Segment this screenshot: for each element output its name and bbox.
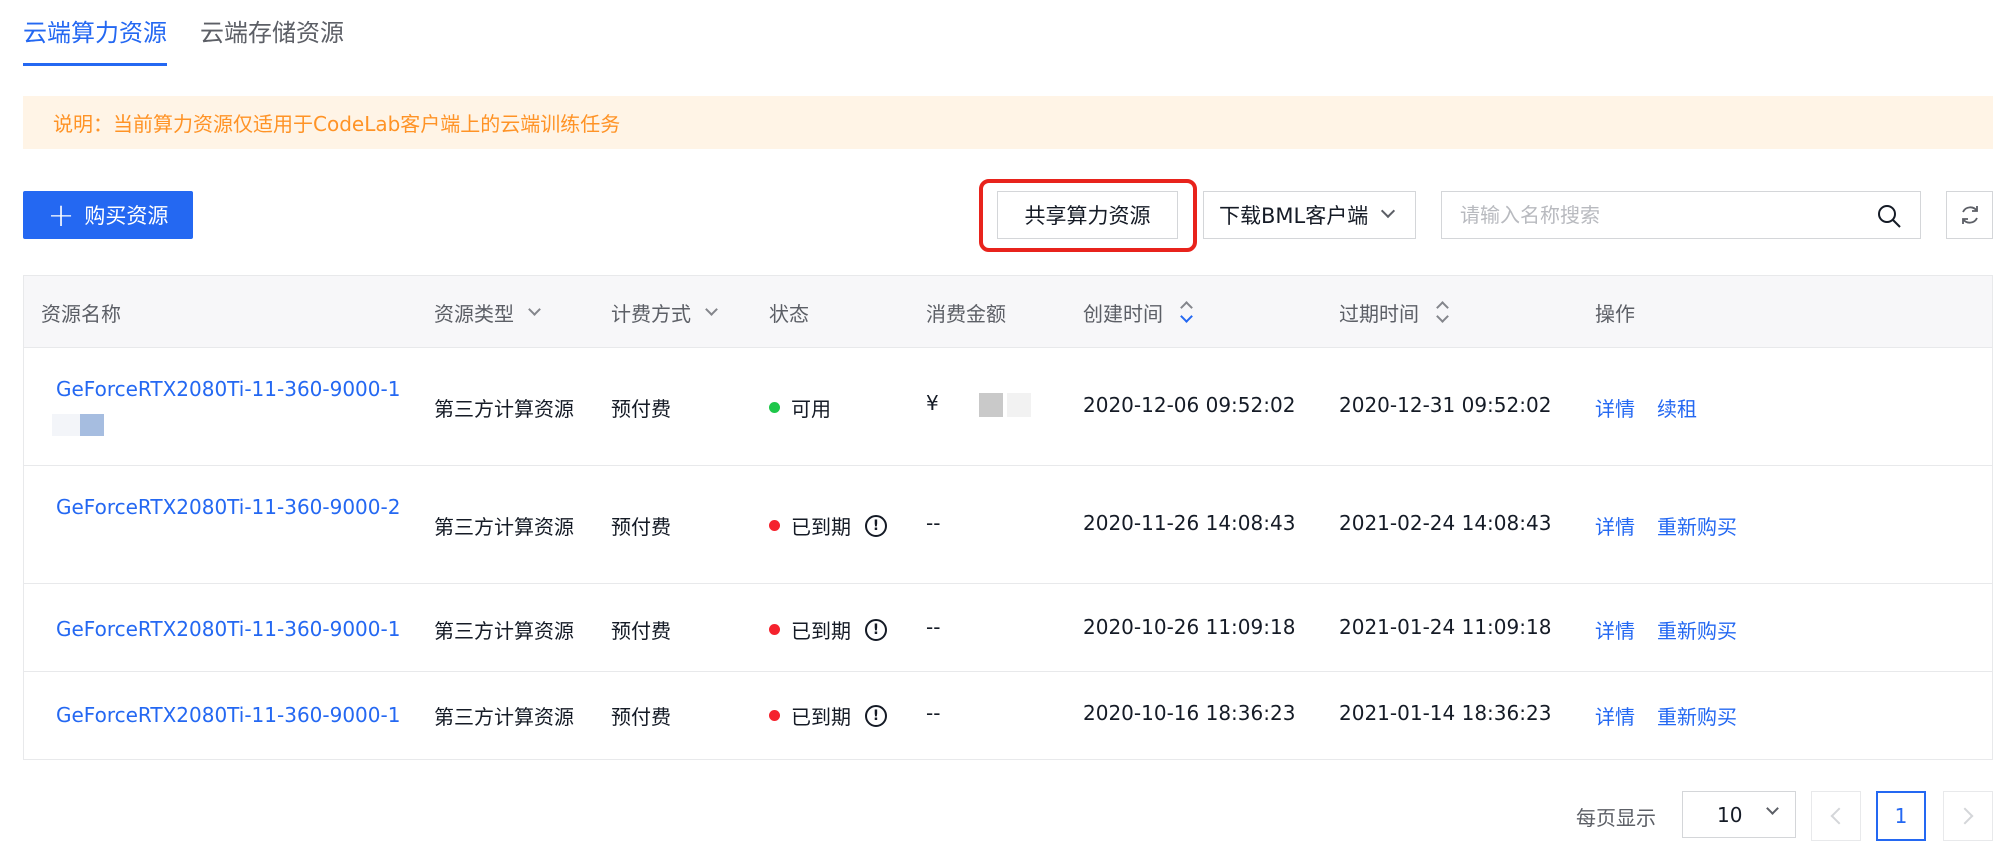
details-link[interactable]: 详情 <box>1595 619 1635 643</box>
billing-type: 预付费 <box>611 397 671 421</box>
table-row: GeForceRTX2080Ti-11-360-9000-2 第三方计算资源 预… <box>24 466 1992 584</box>
buy-resource-label: 购买资源 <box>84 204 169 228</box>
status-dot <box>769 624 780 635</box>
amount-value: -- <box>926 701 941 725</box>
expire-time: 2020-12-31 09:52:02 <box>1339 393 1552 417</box>
chevron-down-icon <box>1766 802 1779 815</box>
amount-value: -- <box>926 511 941 535</box>
resource-name-link[interactable]: GeForceRTX2080Ti-11-360-9000-1 <box>56 698 446 732</box>
resource-name-link[interactable]: GeForceRTX2080Ti-11-360-9000-1 <box>56 612 446 646</box>
search-box <box>1441 191 1921 239</box>
row-actions: 详情 续租 <box>1595 393 1719 422</box>
buy-resource-button[interactable]: + 购买资源 <box>23 191 193 239</box>
table-header: 资源名称 资源类型 计费方式 状态 消费金额 创建时间 过期时间 操作 <box>24 276 1992 348</box>
details-link[interactable]: 详情 <box>1595 515 1635 539</box>
expire-time: 2021-01-24 11:09:18 <box>1339 615 1552 639</box>
row-actions: 详情 重新购买 <box>1595 615 1759 644</box>
next-page-button[interactable] <box>1943 791 1993 841</box>
renew-link[interactable]: 续租 <box>1657 397 1697 421</box>
header-ops: 操作 <box>1595 301 1635 326</box>
header-name: 资源名称 <box>41 301 121 326</box>
refresh-button[interactable] <box>1946 191 1993 239</box>
notice-banner: 说明：当前算力资源仅适用于CodeLab客户端上的云端训练任务 <box>23 96 1993 149</box>
refresh-icon <box>1961 206 1978 224</box>
row-actions: 详情 重新购买 <box>1595 701 1759 730</box>
search-icon[interactable] <box>1876 203 1902 229</box>
table-row: GeForceRTX2080Ti-11-360-9000-1 第三方计算资源 预… <box>24 584 1992 672</box>
status-badge: 已到期 ! <box>769 511 887 540</box>
page-size-value: 10 <box>1717 802 1743 827</box>
resource-table: 资源名称 资源类型 计费方式 状态 消费金额 创建时间 过期时间 操作 GeFo… <box>23 275 1993 760</box>
table-row: GeForceRTX2080Ti-11-360-9000-1 第三方计算资源 预… <box>24 348 1992 466</box>
resource-type: 第三方计算资源 <box>434 705 574 729</box>
header-created[interactable]: 创建时间 <box>1083 276 1195 348</box>
per-page-label: 每页显示 <box>1576 806 1656 830</box>
search-input[interactable] <box>1442 192 1842 238</box>
status-dot <box>769 402 780 413</box>
created-time: 2020-11-26 14:08:43 <box>1083 511 1296 535</box>
chevron-right-icon <box>1956 807 1974 825</box>
share-compute-button[interactable]: 共享算力资源 <box>997 191 1178 239</box>
status-badge: 可用 <box>769 393 831 422</box>
header-type[interactable]: 资源类型 <box>434 276 541 348</box>
status-dot <box>769 520 780 531</box>
details-link[interactable]: 详情 <box>1595 705 1635 729</box>
repurchase-link[interactable]: 重新购买 <box>1657 705 1737 729</box>
header-amount: 消费金额 <box>926 301 1006 326</box>
chevron-down-icon <box>1380 203 1396 219</box>
chevron-left-icon <box>1830 807 1848 825</box>
billing-type: 预付费 <box>611 619 671 643</box>
expire-time: 2021-01-14 18:36:23 <box>1339 701 1552 725</box>
redacted-block <box>80 413 104 436</box>
header-billing[interactable]: 计费方式 <box>611 276 718 348</box>
plus-icon: + <box>47 196 75 234</box>
created-time: 2020-10-26 11:09:18 <box>1083 615 1296 639</box>
info-icon[interactable]: ! <box>865 514 887 537</box>
resource-type: 第三方计算资源 <box>434 515 574 539</box>
info-icon[interactable]: ! <box>865 618 887 641</box>
tab-compute-resources[interactable]: 云端算力资源 <box>23 0 167 66</box>
filter-chevron-icon <box>705 302 718 316</box>
resource-type: 第三方计算资源 <box>434 619 574 643</box>
resource-type: 第三方计算资源 <box>434 397 574 421</box>
resource-tabs: 云端算力资源 云端存储资源 <box>23 0 377 68</box>
status-badge: 已到期 ! <box>769 615 887 644</box>
resource-name-link[interactable]: GeForceRTX2080Ti-11-360-9000-2 <box>56 490 426 524</box>
created-time: 2020-10-16 18:36:23 <box>1083 701 1296 725</box>
billing-type: 预付费 <box>611 515 671 539</box>
sort-icon <box>1435 297 1451 327</box>
expire-time: 2021-02-24 14:08:43 <box>1339 511 1552 535</box>
details-link[interactable]: 详情 <box>1595 397 1635 421</box>
page-size-select[interactable]: 10 <box>1682 791 1796 838</box>
tab-storage-resources[interactable]: 云端存储资源 <box>200 0 344 66</box>
download-bml-dropdown[interactable]: 下载BML客户端 <box>1203 191 1416 239</box>
redacted-block <box>1006 392 1031 417</box>
repurchase-link[interactable]: 重新购买 <box>1657 619 1737 643</box>
amount-value: -- <box>926 615 941 639</box>
status-dot <box>769 710 780 721</box>
repurchase-link[interactable]: 重新购买 <box>1657 515 1737 539</box>
billing-type: 预付费 <box>611 705 671 729</box>
redacted-block <box>52 413 80 436</box>
page-number-button[interactable]: 1 <box>1876 791 1926 841</box>
filter-chevron-icon <box>528 302 541 316</box>
row-actions: 详情 重新购买 <box>1595 511 1759 540</box>
prev-page-button[interactable] <box>1811 791 1861 841</box>
info-icon[interactable]: ! <box>865 704 887 727</box>
redacted-block <box>978 392 1003 417</box>
status-badge: 已到期 ! <box>769 701 887 730</box>
resource-name-link[interactable]: GeForceRTX2080Ti-11-360-9000-1 <box>52 372 446 440</box>
header-expire[interactable]: 过期时间 <box>1339 276 1451 348</box>
download-bml-label: 下载BML客户端 <box>1219 204 1369 228</box>
header-status: 状态 <box>769 301 809 326</box>
table-row: GeForceRTX2080Ti-11-360-9000-1 第三方计算资源 预… <box>24 672 1992 758</box>
sort-icon <box>1179 297 1195 327</box>
created-time: 2020-12-06 09:52:02 <box>1083 393 1296 417</box>
amount-value: ¥ <box>926 391 1031 417</box>
